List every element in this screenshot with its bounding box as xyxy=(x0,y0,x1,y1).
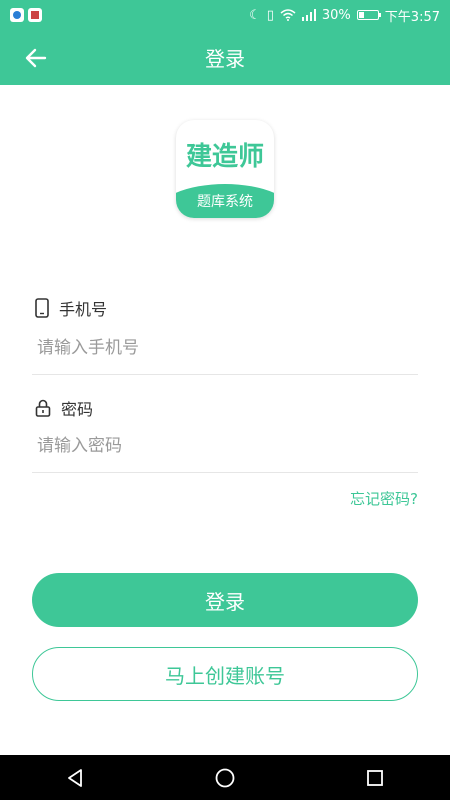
password-input[interactable] xyxy=(37,431,412,461)
status-indicators: ☾ ▯ 30% 下午3:57 xyxy=(249,6,440,25)
app-notification-icon xyxy=(10,8,24,22)
back-button[interactable] xyxy=(20,42,52,74)
phone-input[interactable] xyxy=(37,333,412,363)
nav-recents-button[interactable] xyxy=(355,758,395,798)
wifi-icon xyxy=(280,9,296,21)
system-nav-bar xyxy=(0,755,450,800)
phone-divider xyxy=(32,374,418,375)
password-divider xyxy=(32,472,418,473)
battery-fill xyxy=(358,12,365,18)
circle-home-icon xyxy=(215,768,235,787)
phone-icon xyxy=(35,298,49,318)
arrow-left-icon xyxy=(25,48,47,68)
status-bar: ☾ ▯ 30% 下午3:57 xyxy=(0,0,450,30)
do-not-disturb-icon: ☾ xyxy=(249,7,261,23)
notification-icons xyxy=(10,8,42,22)
phone-label: 手机号 xyxy=(59,300,108,319)
nav-home-button[interactable] xyxy=(205,758,245,798)
password-label: 密码 xyxy=(61,400,94,419)
cell-signal-icon xyxy=(301,9,316,21)
triangle-back-icon xyxy=(68,768,82,787)
phone-label-row: 手机号 xyxy=(35,296,107,320)
battery-icon xyxy=(356,10,381,20)
nav-back-button[interactable] xyxy=(55,758,95,798)
password-label-row: 密码 xyxy=(35,396,93,420)
create-account-button[interactable]: 马上创建账号 xyxy=(32,647,418,701)
logo-title: 建造师 xyxy=(185,142,264,172)
logo-subtitle: 题库系统 xyxy=(197,194,253,210)
clock: 下午3:57 xyxy=(384,9,440,25)
vibrate-icon: ▯ xyxy=(266,7,274,23)
lock-icon xyxy=(35,399,51,417)
app-logo: 建造师 题库系统 xyxy=(176,120,274,218)
battery-percent: 30% xyxy=(321,7,351,23)
app-notification-icon xyxy=(28,8,42,22)
square-recents-icon xyxy=(367,769,383,786)
login-button[interactable]: 登录 xyxy=(32,573,418,627)
app-header: 登录 xyxy=(0,30,450,85)
forgot-password-link[interactable]: 忘记密码? xyxy=(350,488,418,509)
page-title: 登录 xyxy=(205,47,245,71)
